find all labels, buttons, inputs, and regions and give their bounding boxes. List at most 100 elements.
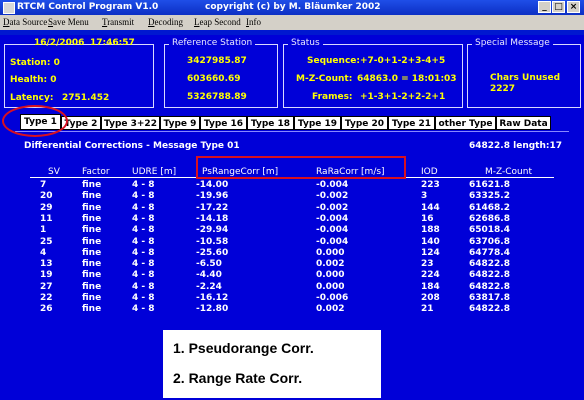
cell-iod: 223 [421, 180, 440, 190]
cell-mz-count: 65018.4 [469, 225, 510, 236]
annotation-line-1: 1. Pseudorange Corr. [173, 340, 314, 356]
menu-transmit[interactable]: Transmit [102, 17, 134, 27]
panel-title: Differential Corrections - Message Type … [24, 141, 240, 151]
cell-udre: 4 - 8 [132, 202, 155, 213]
close-button[interactable]: × [567, 1, 580, 13]
tab-type-21[interactable]: Type 21 [388, 116, 435, 130]
ref-station-y: 603660.69 [187, 74, 241, 84]
tab-type-16[interactable]: Type 16 [200, 116, 247, 130]
tab-type-3-22[interactable]: Type 3+22 [101, 116, 160, 130]
cell-raracorr: -0.004 [316, 236, 349, 247]
cell-udre: 4 - 8 [132, 281, 155, 292]
cell-raracorr: -0.002 [316, 191, 349, 202]
cell-sv: 26 [40, 304, 53, 315]
tab-type-9[interactable]: Type 9 [160, 116, 200, 130]
cell-sv: 19 [40, 270, 53, 281]
cell-mz-count: 62686.8 [469, 213, 510, 224]
cell-sv: 22 [40, 293, 53, 303]
annotation-callout: 1. Pseudorange Corr. 2. Range Rate Corr. [163, 330, 381, 398]
window-title: RTCM Control Program V1.0 [17, 2, 159, 12]
cell-iod: 124 [421, 247, 440, 258]
cell-psrangecorr: -29.94 [196, 225, 229, 236]
latency-label: Latency: [10, 93, 54, 103]
cell-iod: 208 [421, 293, 440, 303]
cell-sv: 29 [40, 202, 53, 213]
cell-psrangecorr: -19.96 [196, 191, 229, 202]
cell-sv: 25 [40, 236, 53, 247]
col-header-factor: Factor [82, 167, 110, 177]
cell-raracorr: 0.002 [316, 304, 345, 315]
cell-factor: fine [82, 191, 102, 202]
cell-udre: 4 - 8 [132, 180, 155, 190]
cell-mz-count: 64822.8 [469, 304, 510, 315]
cell-psrangecorr: -16.12 [196, 293, 229, 303]
cell-iod: 16 [421, 213, 434, 224]
cell-mz-count: 63325.2 [469, 191, 510, 202]
cell-psrangecorr: -2.24 [196, 281, 222, 292]
tab-raw-data[interactable]: Raw Data [496, 116, 551, 130]
title-bar[interactable]: RTCM Control Program V1.0 copyright (c) … [0, 0, 584, 15]
maximize-button[interactable]: □ [552, 1, 565, 13]
ref-station-z: 5326788.89 [187, 92, 247, 102]
cell-udre: 4 - 8 [132, 259, 155, 270]
menu-info[interactable]: Info [246, 17, 261, 27]
cell-psrangecorr: -4.40 [196, 270, 222, 281]
cell-iod: 188 [421, 225, 440, 236]
latency-value: 2751.452 [62, 93, 110, 103]
col-header-sv: SV [48, 167, 60, 177]
cell-psrangecorr: -6.50 [196, 259, 222, 270]
cell-raracorr: 0.000 [316, 270, 345, 281]
cell-factor: fine [82, 180, 102, 190]
cell-udre: 4 - 8 [132, 225, 155, 236]
cell-sv: 13 [40, 259, 53, 270]
menu-leap-second[interactable]: Leap Second [194, 17, 241, 27]
cell-iod: 21 [421, 304, 434, 315]
mz-count-label: M-Z-Count: [296, 74, 353, 84]
status-label: Status [288, 38, 323, 48]
cell-factor: fine [82, 236, 102, 247]
ref-station-x: 3427985.87 [187, 56, 247, 66]
cell-udre: 4 - 8 [132, 304, 155, 315]
minimize-button[interactable]: _ [538, 1, 551, 13]
cell-factor: fine [82, 202, 102, 213]
panel-summary: 64822.8 length:17 [469, 141, 562, 151]
cell-mz-count: 63706.8 [469, 236, 510, 247]
cell-raracorr: -0.004 [316, 225, 349, 236]
cell-factor: fine [82, 247, 102, 258]
corr-columns-highlight-box [196, 156, 406, 179]
cell-sv: 4 [40, 247, 47, 258]
cell-mz-count: 64778.4 [469, 247, 510, 258]
cell-sv: 1 [40, 225, 47, 236]
cell-iod: 3 [421, 191, 428, 202]
special-message-line1: Chars Unused [490, 73, 561, 83]
cell-mz-count: 61621.8 [469, 180, 510, 190]
menu-decoding[interactable]: Decoding [148, 17, 183, 27]
special-message-label: Special Message [472, 38, 553, 48]
menu-data-source[interactable]: Data Source [3, 17, 47, 27]
reference-station-label: Reference Station [169, 38, 256, 48]
cell-raracorr: -0.004 [316, 180, 349, 190]
special-message-line2: 2227 [490, 84, 516, 94]
top-strip [0, 30, 584, 35]
cell-factor: fine [82, 281, 102, 292]
cell-sv: 27 [40, 281, 53, 292]
tab-other-type[interactable]: other Type [435, 116, 496, 130]
station-text: Station: 0 [10, 58, 60, 68]
cell-raracorr: 0.002 [316, 259, 345, 270]
cell-psrangecorr: -14.18 [196, 213, 229, 224]
cell-mz-count: 61468.2 [469, 202, 510, 213]
cell-factor: fine [82, 259, 102, 270]
mz-count-value: 64863.0 = 18:01:03 [357, 74, 457, 84]
frames-value: +1-3+1-2+2-2+1 [360, 92, 446, 102]
cell-mz-count: 63817.8 [469, 293, 510, 303]
cell-udre: 4 - 8 [132, 236, 155, 247]
cell-iod: 23 [421, 259, 434, 270]
tab-type-19[interactable]: Type 19 [294, 116, 341, 130]
time-text: 17:46:57 [90, 38, 135, 48]
cell-iod: 184 [421, 281, 440, 292]
cell-raracorr: 0.000 [316, 281, 345, 292]
menu-save-menu[interactable]: Save Menu [48, 17, 89, 27]
tab-type-20[interactable]: Type 20 [341, 116, 388, 130]
tab-type-18[interactable]: Type 18 [247, 116, 294, 130]
sequence-value: +7-0+1-2+3-4+5 [360, 56, 446, 66]
